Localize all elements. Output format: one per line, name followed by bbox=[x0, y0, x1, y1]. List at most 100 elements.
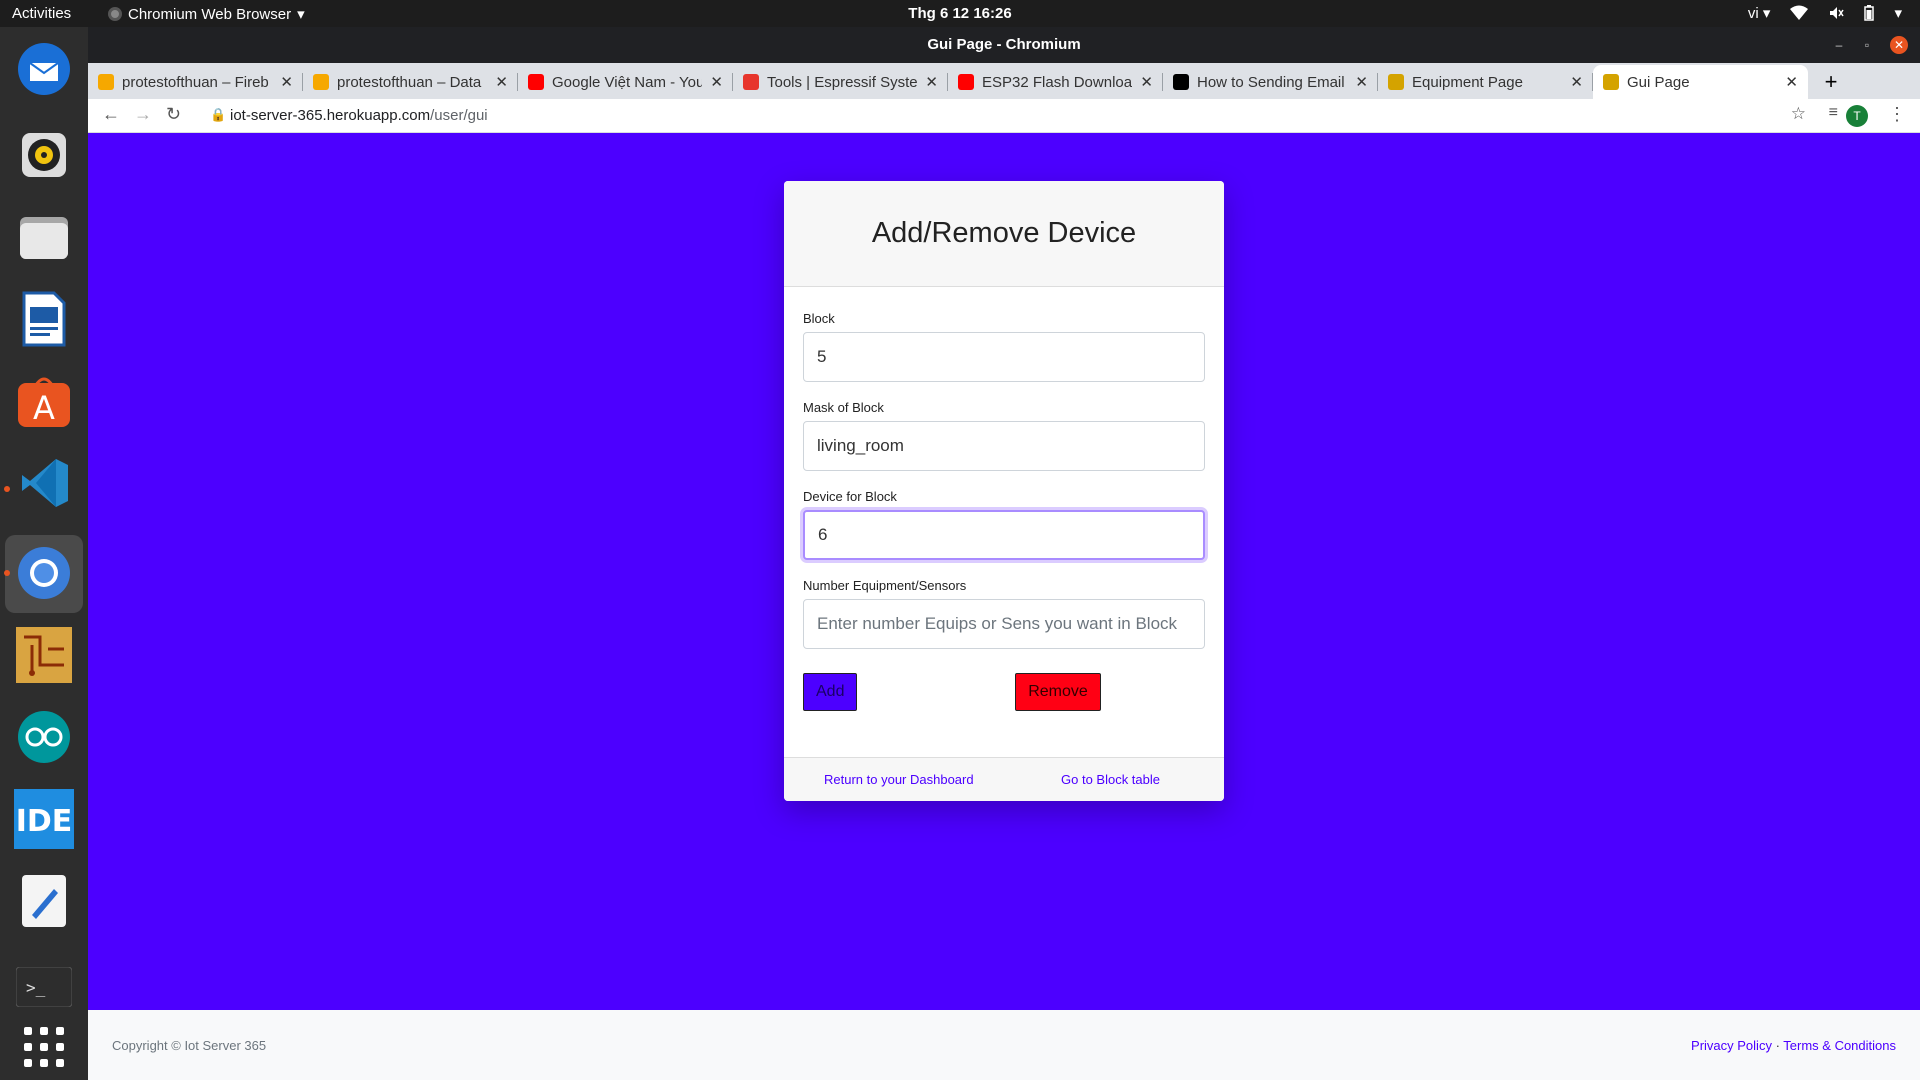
tab-label: Equipment Page bbox=[1412, 73, 1523, 91]
card-footer: Return to your Dashboard Go to Block tab… bbox=[784, 757, 1224, 801]
chromium-icon[interactable] bbox=[14, 543, 74, 603]
back-icon[interactable]: ← bbox=[102, 104, 120, 125]
tab-favicon-icon bbox=[1173, 74, 1189, 90]
svg-text:IDE: IDE bbox=[16, 804, 73, 839]
terminal-icon[interactable]: >_ bbox=[14, 957, 74, 1017]
tab-favicon-icon bbox=[98, 74, 114, 90]
tab-label: How to Sending Email bbox=[1197, 73, 1345, 91]
fritzing-icon[interactable] bbox=[14, 625, 74, 685]
tab-label: ESP32 Flash Downloa bbox=[982, 73, 1133, 91]
tab-close-icon[interactable]: ✕ bbox=[1140, 73, 1153, 91]
browser-window: Gui Page - Chromium – ▫ ✕ protestofthuan… bbox=[88, 27, 1920, 1080]
tab-label: Tools | Espressif Syste bbox=[767, 73, 918, 91]
app-grid-icon[interactable] bbox=[14, 1017, 74, 1077]
tab[interactable]: Google Việt Nam - You ✕ bbox=[518, 65, 733, 99]
url-host: iot-server-365.herokuapp.com bbox=[230, 107, 431, 124]
ide-icon[interactable]: IDE bbox=[14, 789, 74, 849]
profile-avatar[interactable]: T bbox=[1846, 105, 1868, 127]
media-control-icon[interactable]: ≡ bbox=[1829, 104, 1838, 122]
card-body: Block Mask of Block Device for Block Num… bbox=[784, 287, 1224, 733]
text-editor-icon[interactable] bbox=[14, 871, 74, 931]
system-tray[interactable]: vi ▾ ▾ bbox=[1748, 4, 1902, 22]
software-icon[interactable]: A bbox=[14, 371, 74, 431]
tab[interactable]: How to Sending Email ✕ bbox=[1163, 65, 1378, 99]
web-page: Add/Remove Device Block Mask of Block De… bbox=[88, 133, 1920, 1080]
arduino-icon[interactable] bbox=[14, 707, 74, 767]
copyright-text: Copyright © Iot Server 365 bbox=[112, 1038, 267, 1053]
mask-input[interactable] bbox=[803, 421, 1205, 471]
block-table-link[interactable]: Go to Block table bbox=[1061, 772, 1160, 787]
device-input[interactable] bbox=[803, 510, 1205, 560]
device-form-card: Add/Remove Device Block Mask of Block De… bbox=[784, 181, 1224, 801]
power-menu-caret-icon: ▾ bbox=[1894, 5, 1902, 22]
close-window-icon[interactable]: ✕ bbox=[1890, 36, 1908, 54]
tab-favicon-icon bbox=[1388, 74, 1404, 90]
reload-icon[interactable]: ↻ bbox=[166, 104, 181, 125]
window-titlebar[interactable]: Gui Page - Chromium – ▫ ✕ bbox=[88, 27, 1920, 63]
form-actions: Add Remove bbox=[803, 673, 1205, 733]
number-input[interactable] bbox=[803, 599, 1205, 649]
mute-icon bbox=[1830, 7, 1845, 19]
rhythmbox-icon[interactable] bbox=[14, 125, 74, 185]
address-bar[interactable]: iot-server-365.herokuapp.com/user/gui bbox=[230, 107, 488, 124]
window-title: Gui Page - Chromium bbox=[927, 36, 1081, 53]
svg-text:>_: >_ bbox=[26, 978, 46, 997]
tab-strip: protestofthuan – Fireb ✕ protestofthuan – … bbox=[88, 63, 1920, 99]
footer-links: Privacy Policy · Terms & Conditions bbox=[1691, 1038, 1896, 1053]
card-header: Add/Remove Device bbox=[784, 181, 1224, 287]
tab-label: Google Việt Nam - You bbox=[552, 73, 703, 91]
url-path: /user/gui bbox=[430, 107, 488, 124]
tab-close-icon[interactable]: ✕ bbox=[710, 73, 723, 91]
tab-favicon-icon bbox=[313, 74, 329, 90]
new-tab-icon[interactable]: + bbox=[1816, 67, 1846, 97]
block-label: Block bbox=[803, 311, 835, 326]
tab[interactable]: Gui Page ✕ bbox=[1593, 65, 1808, 99]
add-button[interactable]: Add bbox=[803, 673, 857, 711]
tab-close-icon[interactable]: ✕ bbox=[280, 73, 293, 91]
tab-label: Gui Page bbox=[1627, 73, 1690, 91]
tab[interactable]: ESP32 Flash Downloa ✕ bbox=[948, 65, 1163, 99]
dashboard-link[interactable]: Return to your Dashboard bbox=[824, 772, 974, 787]
tab-favicon-icon bbox=[958, 74, 974, 90]
tab-label: protestofthuan – Fireb bbox=[122, 73, 269, 91]
maximize-icon[interactable]: ▫ bbox=[1858, 36, 1876, 54]
svg-text:A: A bbox=[33, 389, 55, 427]
tab-close-icon[interactable]: ✕ bbox=[1785, 73, 1798, 91]
device-label: Device for Block bbox=[803, 489, 897, 504]
vscode-icon[interactable] bbox=[14, 453, 74, 513]
page-footer: Copyright © Iot Server 365 Privacy Polic… bbox=[88, 1010, 1920, 1080]
dock: A IDE >_ bbox=[0, 27, 88, 1080]
menu-kebab-icon[interactable]: ⋮ bbox=[1888, 104, 1906, 125]
block-input[interactable] bbox=[803, 332, 1205, 382]
forward-icon[interactable]: → bbox=[134, 104, 152, 125]
tab-close-icon[interactable]: ✕ bbox=[925, 73, 938, 91]
language-label: vi bbox=[1747, 5, 1759, 22]
number-label: Number Equipment/Sensors bbox=[803, 578, 967, 593]
page-title: Add/Remove Device bbox=[871, 217, 1137, 249]
minimize-icon[interactable]: – bbox=[1830, 36, 1848, 54]
wifi-icon bbox=[1790, 5, 1809, 20]
running-indicator bbox=[4, 570, 10, 576]
language-indicator[interactable]: vi ▾ bbox=[1748, 4, 1771, 22]
block-group: Block bbox=[803, 311, 1205, 382]
remove-button[interactable]: Remove bbox=[1015, 673, 1101, 711]
tab-close-icon[interactable]: ✕ bbox=[495, 73, 508, 91]
tab[interactable]: Tools | Espressif Syste ✕ bbox=[733, 65, 948, 99]
writer-icon[interactable] bbox=[14, 289, 74, 349]
bookmark-star-icon[interactable]: ☆ bbox=[1791, 104, 1806, 124]
tab[interactable]: Equipment Page ✕ bbox=[1378, 65, 1593, 99]
terms-link[interactable]: Terms & Conditions bbox=[1783, 1038, 1896, 1053]
lock-icon[interactable]: 🔒 bbox=[210, 107, 226, 123]
tab-favicon-icon bbox=[743, 74, 759, 90]
tabs: protestofthuan – Fireb ✕ protestofthuan – … bbox=[88, 65, 1808, 99]
tab-close-icon[interactable]: ✕ bbox=[1570, 73, 1583, 91]
tab[interactable]: protestofthuan – Fireb ✕ bbox=[88, 65, 303, 99]
tab[interactable]: protestofthuan – Data ✕ bbox=[303, 65, 518, 99]
privacy-link[interactable]: Privacy Policy bbox=[1691, 1038, 1772, 1053]
tab-close-icon[interactable]: ✕ bbox=[1355, 73, 1368, 91]
files-icon[interactable] bbox=[14, 207, 74, 267]
device-group: Device for Block bbox=[803, 489, 1205, 560]
thunderbird-icon[interactable] bbox=[14, 39, 74, 99]
clock[interactable]: Thg 6 12 16:26 bbox=[0, 5, 1920, 22]
os-top-bar: Activities Chromium Web Browser ▾ Thg 6 … bbox=[0, 0, 1920, 27]
